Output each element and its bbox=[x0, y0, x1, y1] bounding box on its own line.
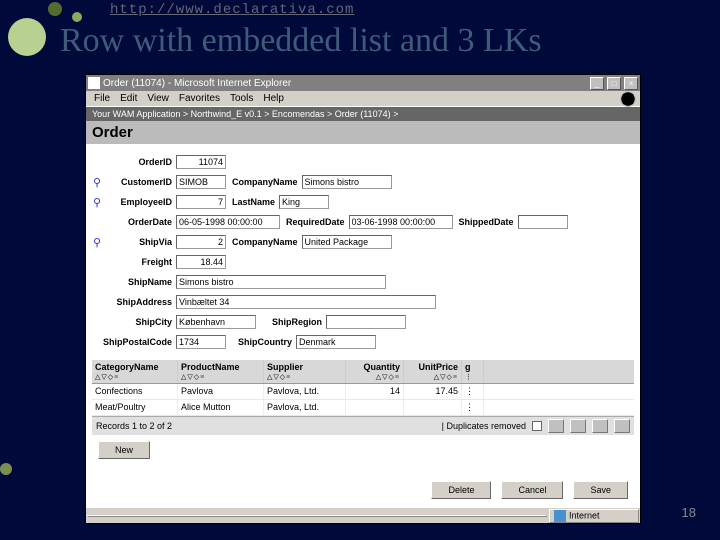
minimize-button[interactable]: _ bbox=[590, 77, 604, 90]
label-companyname: CompanyName bbox=[226, 177, 302, 187]
sort-icons[interactable]: ⋮ bbox=[465, 373, 480, 381]
label-freight: Freight bbox=[92, 257, 176, 267]
shippeddate-field[interactable] bbox=[518, 215, 568, 229]
close-button[interactable]: × bbox=[624, 77, 638, 90]
duplicates-label: | Duplicates removed bbox=[442, 421, 526, 431]
shipcity-field[interactable] bbox=[176, 315, 256, 329]
freight-field[interactable] bbox=[176, 255, 226, 269]
titlebar[interactable]: Order (11074) - Microsoft Internet Explo… bbox=[86, 75, 640, 91]
new-button[interactable]: New bbox=[98, 441, 150, 459]
customerid-field[interactable] bbox=[176, 175, 226, 189]
shipvia-field[interactable] bbox=[176, 235, 226, 249]
sort-icons[interactable]: △▽◇≡ bbox=[95, 373, 174, 381]
col-category[interactable]: CategoryName△▽◇≡ bbox=[92, 360, 178, 383]
sort-icons[interactable]: △▽◇≡ bbox=[349, 373, 400, 381]
label-shipname: ShipName bbox=[92, 277, 176, 287]
col-quantity[interactable]: Quantity△▽◇≡ bbox=[346, 360, 404, 383]
save-button[interactable]: Save bbox=[573, 481, 628, 499]
label-shippeddate: ShippedDate bbox=[453, 217, 518, 227]
lk-shipvia-icon[interactable]: ⚲ bbox=[92, 236, 102, 249]
companyname-field[interactable] bbox=[302, 175, 392, 189]
label-lastname: LastName bbox=[226, 197, 279, 207]
employeeid-field[interactable] bbox=[176, 195, 226, 209]
label-employeeid: EmployeeID bbox=[102, 197, 176, 207]
shippostal-field[interactable] bbox=[176, 335, 226, 349]
grid-next-button[interactable] bbox=[592, 419, 608, 433]
table-row[interactable]: Meat/Poultry Alice Mutton Pavlova, Ltd. … bbox=[92, 400, 634, 416]
grid-prev-button[interactable] bbox=[570, 419, 586, 433]
breadcrumb[interactable]: Your WAM Application > Northwind_E v0.1 … bbox=[86, 107, 640, 121]
sort-icons[interactable]: △▽◇≡ bbox=[181, 373, 260, 381]
status-right: Internet bbox=[549, 509, 639, 523]
lastname-field[interactable] bbox=[279, 195, 329, 209]
delete-button[interactable]: Delete bbox=[431, 481, 491, 499]
label-customerid: CustomerID bbox=[102, 177, 176, 187]
internet-zone-icon bbox=[554, 510, 566, 522]
status-left bbox=[87, 515, 547, 517]
sort-icons[interactable]: △▽◇≡ bbox=[267, 373, 342, 381]
detail-grid: CategoryName△▽◇≡ ProductName△▽◇≡ Supplie… bbox=[92, 360, 634, 435]
menu-edit[interactable]: Edit bbox=[116, 93, 141, 104]
records-label: Records 1 to 2 of 2 bbox=[96, 421, 172, 431]
cancel-button[interactable]: Cancel bbox=[501, 481, 563, 499]
shipregion-field[interactable] bbox=[326, 315, 406, 329]
page-title: Order bbox=[86, 121, 640, 144]
statusbar: Internet bbox=[86, 507, 640, 523]
menu-help[interactable]: Help bbox=[259, 93, 288, 104]
col-supplier[interactable]: Supplier△▽◇≡ bbox=[264, 360, 346, 383]
menubar: File Edit View Favorites Tools Help bbox=[86, 91, 640, 107]
lk-employee-icon[interactable]: ⚲ bbox=[92, 196, 102, 209]
window-title: Order (11074) - Microsoft Internet Explo… bbox=[103, 78, 291, 89]
label-shippostal: ShipPostalCode bbox=[92, 337, 176, 347]
col-g[interactable]: g⋮ bbox=[462, 360, 484, 383]
label-shipcity: ShipCity bbox=[92, 317, 176, 327]
shipcountry-field[interactable] bbox=[296, 335, 376, 349]
sort-icons[interactable]: △▽◇≡ bbox=[407, 373, 458, 381]
label-orderdate: OrderDate bbox=[92, 217, 176, 227]
app-icon bbox=[88, 77, 100, 89]
ie-window: Order (11074) - Microsoft Internet Explo… bbox=[85, 74, 641, 524]
menu-view[interactable]: View bbox=[143, 93, 173, 104]
col-unitprice[interactable]: UnitPrice△▽◇≡ bbox=[404, 360, 462, 383]
orderid-field[interactable] bbox=[176, 155, 226, 169]
header-url: http://www.declarativa.com bbox=[110, 2, 354, 18]
form: OrderID ⚲ CustomerID CompanyName ⚲ Emplo… bbox=[86, 144, 640, 473]
menu-favorites[interactable]: Favorites bbox=[175, 93, 224, 104]
label-orderid: OrderID bbox=[92, 157, 176, 167]
label-shipcompany: CompanyName bbox=[226, 237, 302, 247]
page-number: 18 bbox=[682, 505, 696, 520]
table-row[interactable]: Confections Pavlova Pavlova, Ltd. 14 17.… bbox=[92, 384, 634, 400]
grid-last-button[interactable] bbox=[614, 419, 630, 433]
slide-title: Row with embedded list and 3 LKs bbox=[60, 22, 542, 60]
label-shipaddress: ShipAddress bbox=[92, 297, 176, 307]
label-requireddate: RequiredDate bbox=[280, 217, 349, 227]
label-shipcountry: ShipCountry bbox=[226, 337, 296, 347]
col-product[interactable]: ProductName△▽◇≡ bbox=[178, 360, 264, 383]
shipname-field[interactable] bbox=[176, 275, 386, 289]
orderdate-field[interactable] bbox=[176, 215, 280, 229]
shipaddress-field[interactable] bbox=[176, 295, 436, 309]
menu-file[interactable]: File bbox=[90, 93, 114, 104]
grid-first-button[interactable] bbox=[548, 419, 564, 433]
lk-customer-icon[interactable]: ⚲ bbox=[92, 176, 102, 189]
requireddate-field[interactable] bbox=[349, 215, 453, 229]
label-shipregion: ShipRegion bbox=[256, 317, 326, 327]
maximize-button[interactable]: □ bbox=[607, 77, 621, 90]
shipcompany-field[interactable] bbox=[302, 235, 392, 249]
menu-tools[interactable]: Tools bbox=[226, 93, 257, 104]
ie-logo-icon bbox=[620, 91, 636, 107]
label-shipvia: ShipVia bbox=[102, 237, 176, 247]
duplicates-checkbox[interactable] bbox=[532, 421, 542, 431]
